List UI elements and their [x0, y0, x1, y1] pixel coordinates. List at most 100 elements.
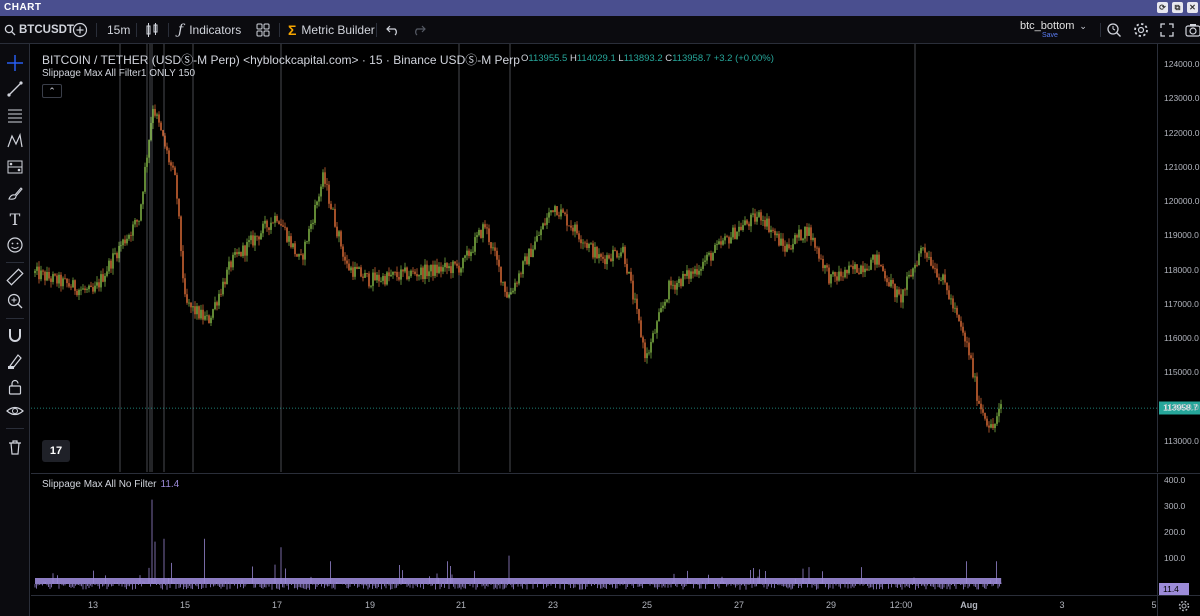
prediction-tool[interactable]	[4, 156, 26, 178]
candle	[656, 319, 658, 339]
candle-body	[68, 283, 70, 287]
candle	[598, 248, 600, 264]
popout-window-icon[interactable]: ⧉	[1172, 2, 1183, 13]
candle-body	[454, 261, 456, 264]
candle	[102, 268, 104, 283]
candle	[314, 199, 316, 226]
brush-tool[interactable]	[4, 182, 26, 204]
close-window-icon[interactable]: ✕	[1187, 2, 1198, 13]
candle-body	[640, 320, 642, 338]
candle	[430, 264, 432, 278]
crosshair-tool[interactable]	[4, 52, 26, 74]
candle	[878, 251, 880, 268]
candle	[880, 264, 882, 268]
candle	[520, 271, 522, 278]
candle	[130, 231, 132, 242]
candle-body	[460, 268, 462, 273]
price-tick-label: 123000.0	[1164, 93, 1200, 104]
price-pane[interactable]	[31, 44, 1157, 472]
candle	[618, 253, 620, 260]
symbol-search-button[interactable]: BTCUSDT	[4, 16, 74, 44]
candle	[672, 280, 674, 290]
indicator-legend-sub[interactable]: Slippage Max All No Filter 11.4	[42, 479, 179, 490]
chart-type-button[interactable]	[145, 16, 159, 44]
candle	[784, 240, 786, 257]
ruler-icon	[6, 268, 24, 286]
candle-body	[830, 274, 832, 284]
remove-drawings-tool[interactable]	[4, 436, 26, 458]
candle-body	[258, 236, 260, 240]
collapse-legend-button[interactable]: ⌃	[42, 84, 62, 98]
emoji-tool[interactable]	[4, 234, 26, 256]
save-hint[interactable]: Save	[1042, 32, 1058, 39]
candlestick-chart[interactable]	[31, 44, 1157, 472]
candle-body	[868, 269, 870, 271]
candle	[688, 268, 690, 285]
metric-builder-button[interactable]: Σ Metric Builder	[288, 16, 375, 44]
candle	[760, 209, 762, 225]
axis-settings-corner[interactable]	[1157, 595, 1200, 616]
candle-body	[302, 254, 304, 260]
magnet-tool[interactable]	[4, 324, 26, 346]
refresh-window-icon[interactable]: ⟳	[1157, 2, 1168, 13]
candle	[396, 266, 398, 281]
candle	[778, 230, 780, 247]
candle-body	[928, 256, 930, 258]
grid-icon	[256, 23, 270, 37]
measure-tool[interactable]	[4, 266, 26, 288]
candle-body	[190, 302, 192, 308]
candle	[196, 302, 198, 320]
candle	[660, 302, 662, 313]
candle	[810, 224, 812, 246]
fib-tool[interactable]	[4, 104, 26, 126]
text-tool[interactable]: T	[4, 208, 26, 230]
candle	[748, 221, 750, 231]
candle	[906, 271, 908, 296]
candle-body	[792, 244, 794, 250]
hide-drawings-tool[interactable]	[4, 400, 26, 422]
redo-button[interactable]	[412, 16, 426, 44]
candle-body	[652, 333, 654, 343]
trendline-tool[interactable]	[4, 78, 26, 100]
candle	[758, 209, 760, 218]
candle	[122, 238, 124, 249]
templates-button[interactable]	[256, 16, 270, 44]
candle-body	[428, 271, 430, 277]
snapshot-button[interactable]	[1185, 16, 1200, 44]
interval-button[interactable]: 15m	[107, 16, 130, 44]
candle-body	[986, 418, 988, 426]
lock-drawings-tool[interactable]	[4, 376, 26, 398]
slippage-histogram[interactable]	[31, 474, 1157, 596]
indicator-legend-main[interactable]: Slippage Max All Filter1 ONLY 150	[42, 68, 195, 79]
tradingview-logo[interactable]: 17	[42, 440, 70, 462]
candle	[388, 267, 390, 282]
indicator-pane[interactable]	[31, 473, 1157, 595]
add-circle-icon	[72, 22, 88, 38]
candle-body	[448, 266, 450, 269]
indicator-axis[interactable]: 11.4 400.0 300.0 200.0 100.0	[1157, 473, 1200, 595]
candle-body	[362, 276, 364, 278]
indicators-button[interactable]: ƒ Indicators	[178, 16, 241, 44]
candle-body	[848, 265, 850, 274]
settings-button[interactable]	[1133, 16, 1149, 44]
zoom-tool[interactable]	[4, 290, 26, 312]
undo-button[interactable]	[386, 16, 400, 44]
candle	[608, 253, 610, 260]
candle-body	[934, 268, 936, 270]
pattern-tool[interactable]	[4, 130, 26, 152]
candle-body	[40, 270, 42, 280]
redo-icon	[415, 25, 426, 36]
candle	[806, 223, 808, 242]
time-axis[interactable]: 13 15 17 19 21 23 25 27 29 12:00 Aug 3 5	[31, 595, 1157, 616]
candle	[652, 330, 654, 344]
price-axis[interactable]: 113958.7 124000.0 123000.0 122000.0 121000.…	[1157, 44, 1200, 472]
compare-symbol-button[interactable]	[72, 16, 88, 44]
search-icon	[4, 24, 16, 36]
candle	[96, 276, 98, 289]
candle-body	[416, 274, 418, 277]
fullscreen-button[interactable]	[1160, 16, 1174, 44]
quick-search-button[interactable]	[1106, 16, 1122, 44]
stay-in-drawing-tool[interactable]	[4, 350, 26, 372]
candle-body	[100, 274, 102, 288]
candle	[588, 242, 590, 253]
